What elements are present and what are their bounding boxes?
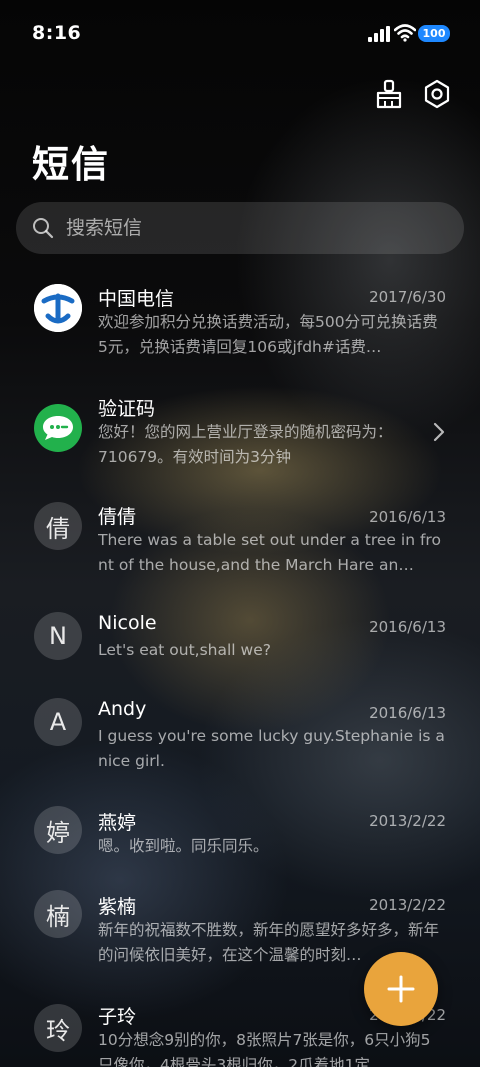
contact-name: 燕婷 (98, 812, 137, 834)
header-actions (374, 78, 452, 110)
status-bar: 8:16 100 (0, 0, 480, 68)
contact-name: 验证码 (98, 398, 156, 420)
conversation-row[interactable]: 婷 燕婷 2013/2/22 嗯。收到啦。同乐同乐。 (0, 806, 480, 876)
message-date: 2013/2/22 (369, 896, 446, 914)
avatar: N (34, 612, 82, 660)
settings-icon[interactable] (422, 78, 452, 110)
message-preview: 10分想念9别的你，8张照片7张是你，6只小狗5只像你，4根骨头3根归你，2爪着… (98, 1031, 431, 1067)
contact-name: 紫楠 (98, 896, 137, 918)
conversation-row[interactable]: N Nicole 2016/6/13 Let's eat out,shall w… (0, 612, 480, 682)
conversation-row[interactable]: 验证码 您好！您的网上营业厅登录的随机密码为：710679。有效时间为3分钟 (0, 392, 480, 482)
message-preview: 欢迎参加积分兑换话费活动，每500分可兑换话费5元，兑换话费请回复106或jfd… (98, 313, 438, 356)
message-date: 2017/6/30 (369, 288, 446, 306)
avatar: 楠 (34, 890, 82, 938)
message-bubble-icon (34, 404, 82, 452)
message-preview: 您好！您的网上营业厅登录的随机密码为：710679。有效时间为3分钟 (98, 423, 393, 466)
message-date: 2016/6/13 (369, 618, 446, 636)
chevron-right-icon (433, 422, 445, 442)
message-date: 2013/2/22 (369, 812, 446, 830)
message-date: 2016/6/13 (369, 704, 446, 722)
new-message-button[interactable] (364, 952, 438, 1026)
battery-indicator: 100 (418, 25, 450, 42)
broom-icon[interactable] (374, 78, 404, 110)
search-bar[interactable] (16, 202, 464, 254)
avatar: A (34, 698, 82, 746)
search-icon (33, 218, 54, 239)
page-title: 短信 (32, 143, 110, 186)
wifi-icon (394, 24, 416, 42)
avatar: 玲 (34, 1004, 82, 1052)
plus-icon (387, 975, 415, 1003)
conversation-row[interactable]: 倩 倩倩 2016/6/13 There was a table set out… (0, 502, 480, 602)
china-telecom-logo (34, 284, 82, 332)
status-time: 8:16 (32, 22, 82, 44)
battery-level: 100 (422, 27, 446, 40)
contact-name: 中国电信 (98, 288, 175, 310)
message-preview: I guess you're some lucky guy.Stephanie … (98, 727, 445, 770)
message-date: 2016/6/13 (369, 508, 446, 526)
contact-name: 子玲 (98, 1006, 137, 1028)
message-preview: Let's eat out,shall we? (98, 641, 271, 659)
contact-name: Nicole (98, 612, 157, 634)
message-preview: There was a table set out under a tree i… (98, 531, 441, 574)
avatar: 倩 (34, 502, 82, 550)
contact-name: Andy (98, 698, 147, 720)
contact-name: 倩倩 (98, 506, 137, 528)
conversation-row[interactable]: 中国电信 2017/6/30 欢迎参加积分兑换话费活动，每500分可兑换话费5元… (0, 278, 480, 378)
cellular-signal-icon (368, 26, 390, 42)
conversation-row[interactable]: A Andy 2016/6/13 I guess you're some luc… (0, 698, 480, 798)
search-input[interactable] (64, 216, 428, 240)
message-preview: 嗯。收到啦。同乐同乐。 (98, 837, 269, 855)
avatar: 婷 (34, 806, 82, 854)
